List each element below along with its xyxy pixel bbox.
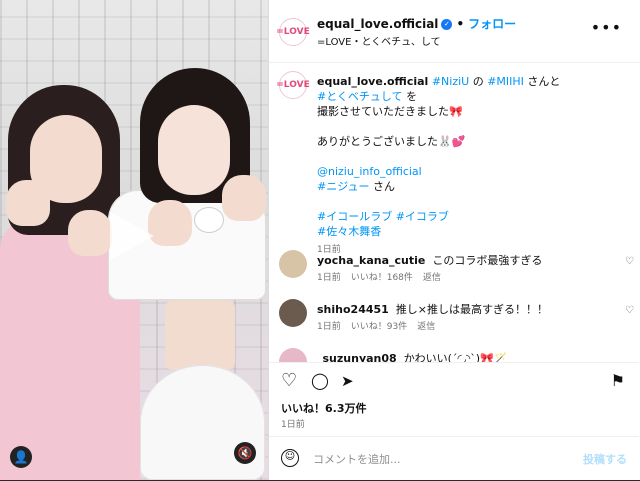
comment-like-icon[interactable]: ♡ xyxy=(625,305,634,316)
hand xyxy=(6,180,50,226)
hand xyxy=(148,200,192,246)
user-tag-icon[interactable]: 👤 xyxy=(10,446,32,468)
comment-time[interactable]: 1日前 xyxy=(317,322,341,332)
comment-meta: 1日前 いいね！168件 返信 xyxy=(317,270,451,283)
comment-meta: 1日前 いいね！93件 返信 xyxy=(317,319,445,332)
comment-text-row: shiho24451 推し×推しは最高すぎる！！！ xyxy=(317,301,548,317)
hashtag-niziu[interactable]: #NiziU xyxy=(432,75,469,88)
caption-avatar[interactable]: =LOVE xyxy=(276,71,310,99)
comment-likes[interactable]: いいね！168件 xyxy=(351,273,413,283)
comment-user[interactable]: shiho24451 xyxy=(317,303,389,316)
mute-icon[interactable]: 🔇 xyxy=(234,442,256,464)
comment-composer: ☺ 投稿する xyxy=(269,436,639,481)
comment-time[interactable]: 1日前 xyxy=(317,273,341,283)
share-icon[interactable]: ➤ xyxy=(341,371,354,391)
audio-subtitle[interactable]: =LOVE・とくベチュ、して xyxy=(317,33,441,48)
white-bow xyxy=(195,208,223,232)
post-time[interactable]: 1日前 xyxy=(281,417,305,430)
hand xyxy=(68,210,112,256)
comment-body: かわいい(´◜◞◝`)🎀🪄 xyxy=(403,352,508,362)
comment-text-row: yocha_kana_cutie このコラボ最強すぎる xyxy=(317,252,542,268)
comment-text-row: _suzunyan08 かわいい(´◜◞◝`)🎀🪄 xyxy=(317,350,507,362)
comment-input[interactable] xyxy=(311,447,575,471)
comment-user[interactable]: yocha_kana_cutie xyxy=(317,254,425,267)
hand xyxy=(222,175,266,221)
comment-body: 推し×推しは最高すぎる！！！ xyxy=(395,303,549,316)
save-icon[interactable]: ⚑ xyxy=(611,371,625,391)
comment-avatar[interactable] xyxy=(279,250,307,278)
caption-text: を xyxy=(406,90,418,103)
caption-text: さん xyxy=(372,180,395,193)
comment-avatar[interactable] xyxy=(279,299,307,327)
caption: equal_love.official #NiziU の #MIIHI さんと … xyxy=(317,74,617,258)
hashtag-miihi[interactable]: #MIIHI xyxy=(487,75,524,88)
post-comment-button[interactable]: 投稿する xyxy=(583,451,627,467)
like-count[interactable]: いいね！6.3万件 xyxy=(281,400,367,416)
comment-user[interactable]: _suzunyan08 xyxy=(317,352,397,362)
post-panel: =LOVE equal_love.official ✓ • フォロー =LOVE・とく… xyxy=(268,0,640,480)
caption-text: 撮影させていただきました🎀 xyxy=(317,105,463,118)
reply-button[interactable]: 返信 xyxy=(417,322,435,332)
play-icon[interactable] xyxy=(110,212,154,260)
post-header: =LOVE equal_love.official ✓ • フォロー =LOVE・とく… xyxy=(269,0,640,63)
emoji-icon[interactable]: ☺ xyxy=(281,449,299,467)
instagram-post-modal: 👤 🔇 =LOVE equal_love.official ✓ • フォロー =LOV… xyxy=(0,0,640,480)
hashtag-sasaki[interactable]: #佐々木舞香 xyxy=(317,224,617,239)
comment-like-icon[interactable]: ♡ xyxy=(625,256,634,267)
more-options-icon[interactable]: ••• xyxy=(591,18,622,37)
hashtags-equal-love[interactable]: #イコールラブ #イコラブ xyxy=(317,209,617,224)
post-video[interactable]: 👤 🔇 xyxy=(0,0,268,480)
header-user-row: equal_love.official ✓ • フォロー xyxy=(317,15,516,32)
follow-button[interactable]: フォロー xyxy=(468,17,516,31)
reply-button[interactable]: 返信 xyxy=(423,273,441,283)
comment-avatar[interactable] xyxy=(279,348,307,362)
separator-dot: • xyxy=(456,17,465,31)
heart-icon[interactable]: ♡ xyxy=(281,371,297,391)
hashtag-tokubechu[interactable]: #とくベチュして xyxy=(317,90,403,103)
comment-icon[interactable]: ◯ xyxy=(311,371,329,391)
caption-text: さんと xyxy=(527,75,561,88)
avatar[interactable]: =LOVE xyxy=(276,18,310,46)
verified-icon: ✓ xyxy=(441,19,453,30)
caption-user[interactable]: equal_love.official xyxy=(317,75,428,88)
action-bar: ♡ ◯ ➤ ⚑ xyxy=(269,362,639,399)
mention-niziu[interactable]: @niziu_info_official xyxy=(317,164,617,179)
caption-text: の xyxy=(472,75,484,88)
person-right-face xyxy=(158,105,230,195)
person-right-midriff xyxy=(165,300,235,370)
account-name[interactable]: equal_love.official xyxy=(317,17,438,31)
comment-body: このコラボ最強すぎる xyxy=(432,254,543,267)
caption-text: ありがとうございました🐰💕 xyxy=(317,135,466,148)
comments-scroll[interactable]: =LOVE equal_love.official #NiziU の #MIIH… xyxy=(269,62,639,362)
hashtag-niju[interactable]: #ニジュー xyxy=(317,180,369,193)
comment-likes[interactable]: いいね！93件 xyxy=(351,322,407,332)
